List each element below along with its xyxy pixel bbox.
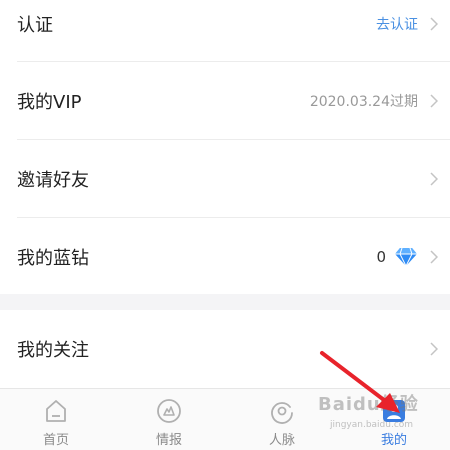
- tab-profile-label: 我的: [380, 433, 407, 448]
- chevron-right-icon: [430, 16, 438, 31]
- blue-diamond-count: 0: [376, 247, 386, 266]
- certification-label: 认证: [17, 14, 53, 36]
- bottom-tab-bar: 首页 情报 人脉 我的: [0, 388, 450, 450]
- tab-network[interactable]: 人脉: [226, 389, 338, 450]
- go-certify-link[interactable]: 去认证: [376, 14, 418, 34]
- tab-home-label: 首页: [42, 433, 69, 448]
- profile-icon: [383, 400, 405, 422]
- certification-row[interactable]: 认证 去认证: [0, 0, 450, 62]
- vip-label: 我的VIP: [17, 91, 82, 113]
- tab-profile[interactable]: 我的: [338, 389, 450, 450]
- chevron-right-icon: [430, 341, 438, 356]
- section-gap: [0, 294, 450, 310]
- network-icon: [271, 402, 293, 424]
- invite-friends-label: 邀请好友: [17, 169, 89, 191]
- invite-friends-row[interactable]: 邀请好友: [0, 140, 450, 217]
- chevron-right-icon: [430, 249, 438, 264]
- blue-diamond-row[interactable]: 我的蓝钻 0: [0, 218, 450, 295]
- diamond-icon: [395, 247, 417, 267]
- home-icon: [46, 400, 66, 422]
- invite-right: [418, 171, 438, 186]
- tab-intel[interactable]: 情报: [113, 389, 225, 450]
- profile-page: 认证 去认证 我的VIP 2020.03.24过期 邀请好友 我的蓝钻 0 我的…: [0, 0, 450, 450]
- vip-expiry-text: 2020.03.24过期: [309, 93, 418, 110]
- tab-intel-label: 情报: [155, 433, 182, 448]
- tab-network-label: 人脉: [268, 433, 295, 448]
- following-label: 我的关注: [17, 339, 89, 361]
- following-row[interactable]: 我的关注: [0, 310, 450, 387]
- vip-right: 2020.03.24过期: [310, 91, 438, 111]
- certification-right: 去认证: [376, 14, 438, 34]
- following-right: [418, 341, 438, 356]
- blue-diamond-right: 0: [376, 247, 438, 267]
- blue-diamond-label: 我的蓝钻: [17, 247, 89, 269]
- intel-icon: [157, 399, 181, 423]
- vip-row[interactable]: 我的VIP 2020.03.24过期: [0, 62, 450, 139]
- chevron-right-icon: [430, 93, 438, 108]
- tab-home[interactable]: 首页: [0, 389, 112, 450]
- chevron-right-icon: [430, 171, 438, 186]
